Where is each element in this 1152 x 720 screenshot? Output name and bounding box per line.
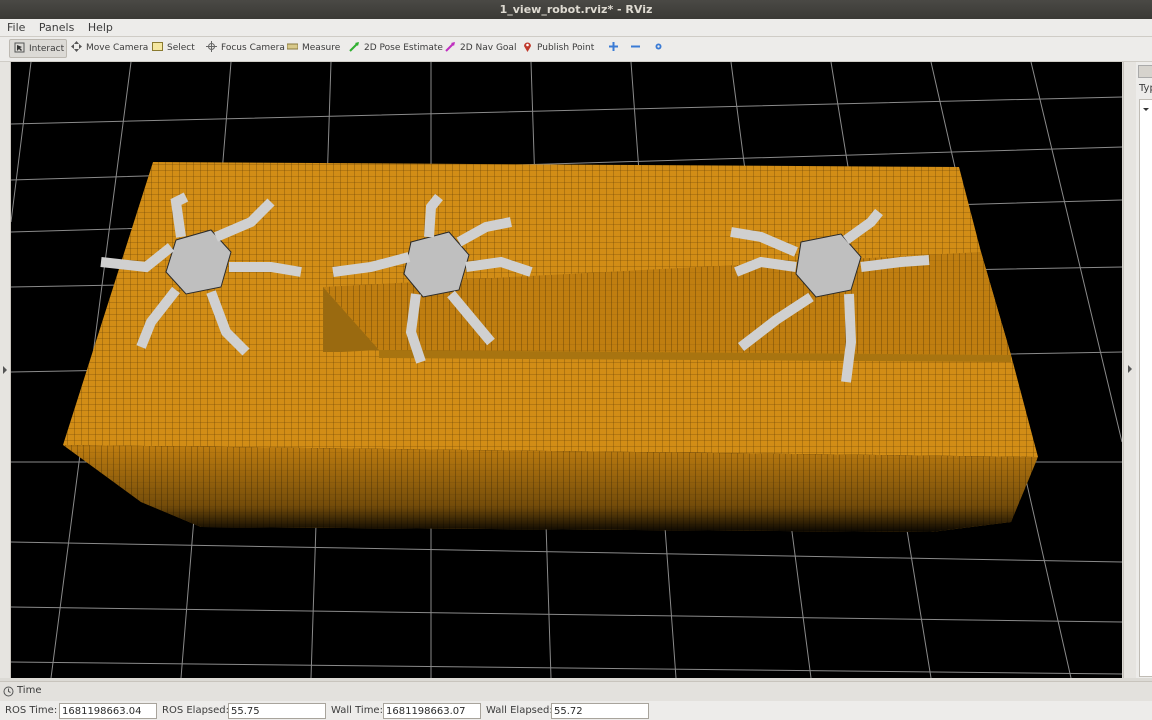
move-camera-label: Move Camera xyxy=(86,43,149,53)
clock-icon xyxy=(3,686,14,697)
cursor-icon xyxy=(14,42,25,53)
publish-point-button[interactable]: Publish Point xyxy=(522,39,594,58)
wall-elapsed-field[interactable]: 55.72 xyxy=(551,703,649,719)
gear-icon xyxy=(653,41,664,52)
tool-bar: Interact Move Camera Select Focus Camera… xyxy=(0,37,1152,62)
plus-icon xyxy=(608,41,619,52)
menu-panels[interactable]: Panels xyxy=(32,19,77,36)
type-column-label: Typ xyxy=(1139,83,1152,94)
ros-elapsed-field[interactable]: 55.75 xyxy=(228,703,326,719)
remove-tool-button[interactable] xyxy=(630,39,645,58)
nav-goal-button[interactable]: 2D Nav Goal xyxy=(445,39,516,58)
measure-button[interactable]: Measure xyxy=(286,39,341,58)
selection-panel: Typ xyxy=(1136,62,1152,678)
wall-elapsed-label: Wall Elapsed: xyxy=(486,705,553,716)
ros-elapsed-label: ROS Elapsed: xyxy=(162,705,229,716)
magenta-arrow-icon xyxy=(445,41,456,52)
menu-bar: File Panels Help xyxy=(0,19,1152,37)
wall-time-field[interactable]: 1681198663.07 xyxy=(383,703,481,719)
right-dock-splitter[interactable] xyxy=(1123,62,1136,678)
ros-time-label: ROS Time: xyxy=(5,705,58,716)
left-dock-splitter[interactable] xyxy=(0,62,11,678)
property-tree[interactable] xyxy=(1139,99,1152,677)
expand-arrow-icon xyxy=(1143,108,1149,111)
ros-time-field[interactable]: 1681198663.04 xyxy=(59,703,157,719)
wall-time-label: Wall Time: xyxy=(331,705,383,716)
ruler-icon xyxy=(286,41,299,52)
3d-render-viewport[interactable] xyxy=(11,62,1122,678)
pose-estimate-label: 2D Pose Estimate xyxy=(364,43,443,53)
window-title: 1_view_robot.rviz* - RViz xyxy=(0,0,1152,19)
menu-help[interactable]: Help xyxy=(81,19,116,36)
map-pin-icon xyxy=(522,41,533,52)
interact-label: Interact xyxy=(29,44,65,54)
time-panel: ROS Time: 1681198663.04 ROS Elapsed: 55.… xyxy=(0,701,1152,720)
panel-tab[interactable] xyxy=(1138,65,1152,78)
green-arrow-icon xyxy=(349,41,360,52)
interact-tool-button[interactable]: Interact xyxy=(9,39,67,58)
move-icon xyxy=(71,41,82,52)
select-box-icon xyxy=(152,41,163,52)
measure-label: Measure xyxy=(302,43,341,53)
menu-file[interactable]: File xyxy=(0,19,28,36)
move-camera-button[interactable]: Move Camera xyxy=(71,39,148,58)
time-panel-title: Time xyxy=(17,685,42,696)
expand-right-icon xyxy=(1128,365,1132,373)
minus-icon xyxy=(630,41,641,52)
publish-point-label: Publish Point xyxy=(537,43,595,53)
pose-estimate-button[interactable]: 2D Pose Estimate xyxy=(349,39,443,58)
terrain-block xyxy=(63,162,1038,532)
nav-goal-label: 2D Nav Goal xyxy=(460,43,517,53)
focus-camera-label: Focus Camera xyxy=(221,43,285,53)
time-panel-header: Time xyxy=(0,681,1152,701)
focus-crosshair-icon xyxy=(206,41,217,52)
select-button[interactable]: Select xyxy=(152,39,195,58)
tool-properties-button[interactable] xyxy=(653,39,668,58)
add-tool-button[interactable] xyxy=(608,39,623,58)
focus-camera-button[interactable]: Focus Camera xyxy=(206,39,285,58)
select-label: Select xyxy=(167,43,195,53)
expand-left-icon xyxy=(3,366,7,374)
